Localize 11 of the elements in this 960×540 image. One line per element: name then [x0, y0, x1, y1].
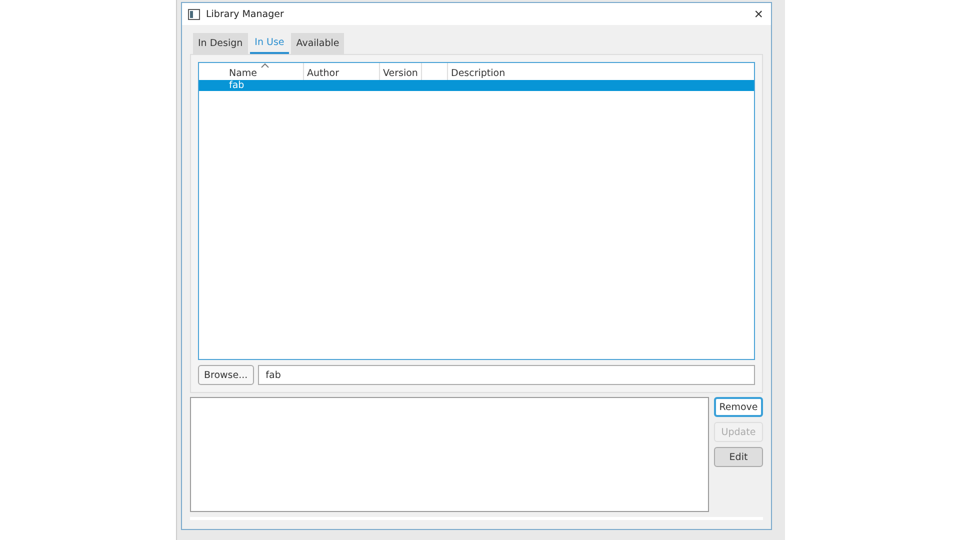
- column-header[interactable]: Description: [448, 63, 754, 80]
- table-cell-text: fab: [228, 80, 246, 91]
- tab[interactable]: In Design: [193, 33, 248, 54]
- action-button[interactable]: Remove: [714, 397, 763, 417]
- path-field[interactable]: fab: [258, 365, 755, 385]
- tab[interactable]: Available: [291, 33, 344, 54]
- action-button[interactable]: Edit: [714, 447, 763, 467]
- browse-button[interactable]: Browse...: [198, 365, 254, 385]
- window-title: Library Manager: [206, 8, 285, 20]
- window-icon: [188, 8, 200, 20]
- close-button[interactable]: ×: [752, 6, 765, 22]
